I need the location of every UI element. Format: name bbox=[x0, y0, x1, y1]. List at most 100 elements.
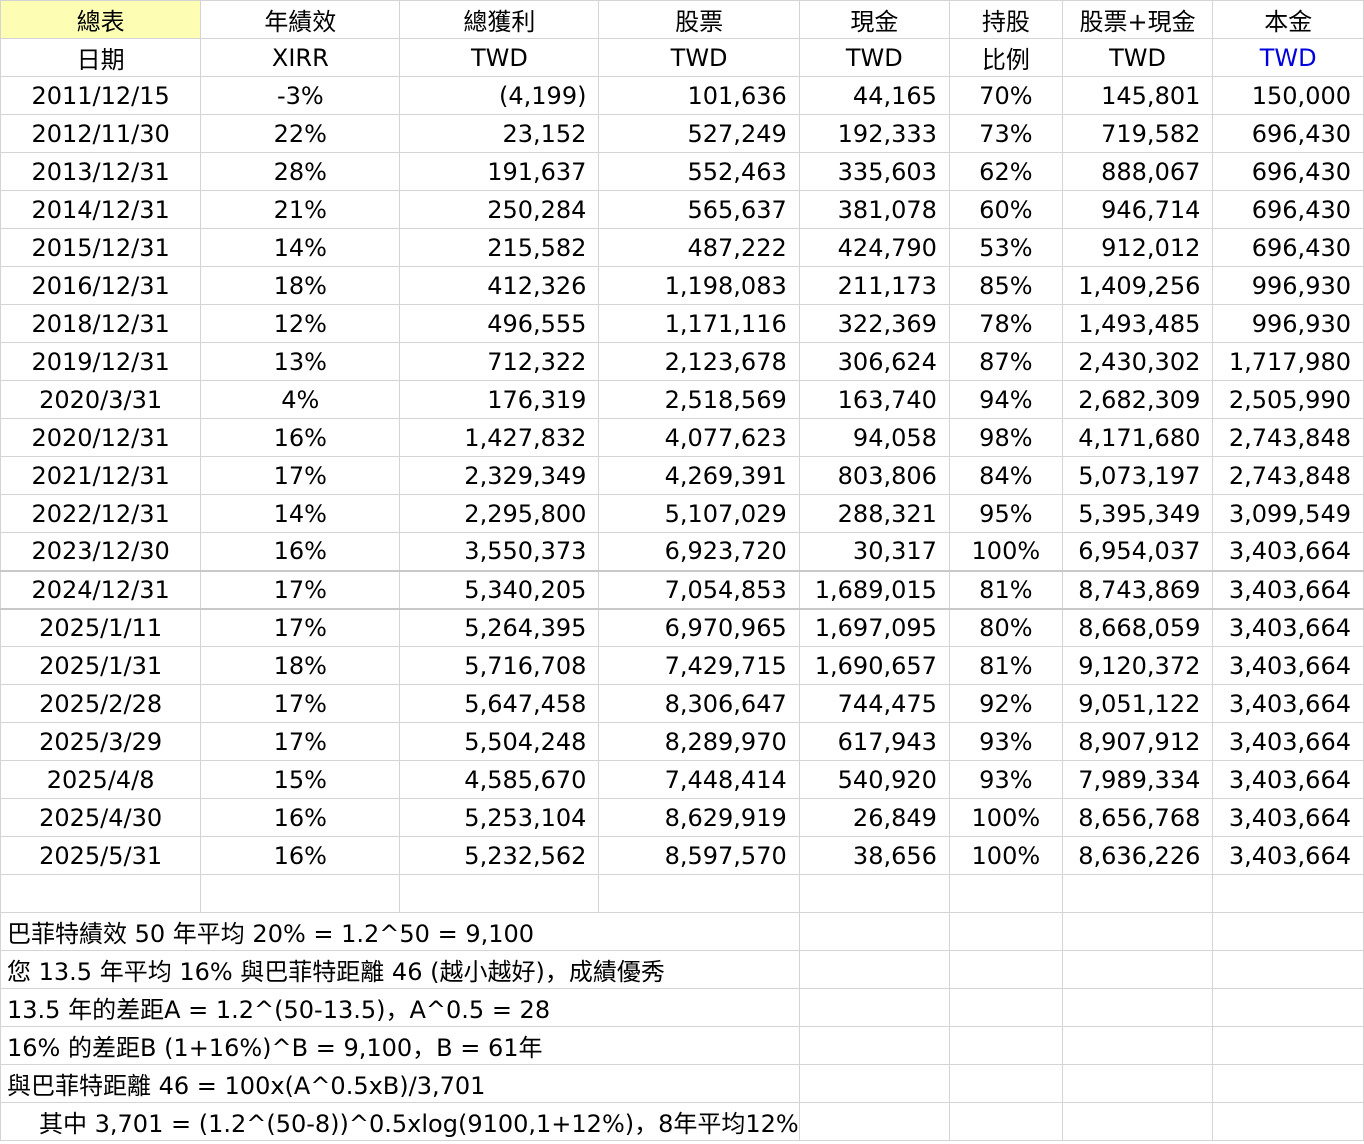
empty-cell[interactable] bbox=[948, 988, 1063, 1027]
table-cell[interactable]: 6,954,037 bbox=[1061, 532, 1214, 571]
empty-cell[interactable] bbox=[200, 874, 401, 913]
table-cell[interactable]: 3,403,664 bbox=[1212, 760, 1364, 799]
empty-cell[interactable] bbox=[798, 912, 950, 951]
table-cell[interactable]: 8,743,869 bbox=[1061, 569, 1214, 609]
header-cell[interactable]: 比例 bbox=[948, 38, 1063, 77]
table-cell[interactable]: 527,249 bbox=[598, 114, 800, 153]
table-cell[interactable]: 2020/3/31 bbox=[0, 380, 202, 419]
header-cell[interactable]: 本金 bbox=[1212, 0, 1364, 39]
table-cell[interactable]: 1,689,015 bbox=[798, 569, 950, 609]
table-cell[interactable]: 996,930 bbox=[1212, 266, 1364, 305]
empty-cell[interactable] bbox=[798, 988, 950, 1027]
table-cell[interactable]: 8,597,570 bbox=[598, 836, 800, 875]
table-cell[interactable]: 1,717,980 bbox=[1212, 342, 1364, 381]
table-cell[interactable]: 23,152 bbox=[399, 114, 600, 153]
header-cell[interactable]: 總表 bbox=[0, 0, 202, 39]
table-cell[interactable]: 176,319 bbox=[399, 380, 600, 419]
table-cell[interactable]: 2,743,848 bbox=[1212, 456, 1364, 495]
table-cell[interactable]: 17% bbox=[200, 569, 401, 609]
table-cell[interactable]: 5,504,248 bbox=[399, 722, 600, 761]
header-cell[interactable]: TWD bbox=[598, 38, 800, 77]
table-cell[interactable]: 540,920 bbox=[798, 760, 950, 799]
table-cell[interactable]: 2025/4/30 bbox=[0, 798, 202, 837]
table-cell[interactable]: 16% bbox=[200, 418, 401, 457]
table-cell[interactable]: 2025/5/31 bbox=[0, 836, 202, 875]
table-cell[interactable]: 2,682,309 bbox=[1061, 380, 1214, 419]
empty-cell[interactable] bbox=[1061, 1064, 1214, 1103]
table-cell[interactable]: 191,637 bbox=[399, 152, 600, 191]
empty-cell[interactable] bbox=[948, 874, 1063, 913]
table-cell[interactable]: 2,295,800 bbox=[399, 494, 600, 533]
table-cell[interactable]: 94% bbox=[948, 380, 1063, 419]
table-cell[interactable]: 3,403,664 bbox=[1212, 532, 1364, 571]
table-cell[interactable]: 3,403,664 bbox=[1212, 569, 1364, 609]
table-cell[interactable]: 3,403,664 bbox=[1212, 836, 1364, 875]
table-cell[interactable]: 62% bbox=[948, 152, 1063, 191]
table-cell[interactable]: 211,173 bbox=[798, 266, 950, 305]
table-cell[interactable]: 3,550,373 bbox=[399, 532, 600, 571]
table-cell[interactable]: 7,429,715 bbox=[598, 646, 800, 685]
table-cell[interactable]: 8,656,768 bbox=[1061, 798, 1214, 837]
table-cell[interactable]: 8,306,647 bbox=[598, 684, 800, 723]
table-cell[interactable]: 5,232,562 bbox=[399, 836, 600, 875]
table-cell[interactable]: 306,624 bbox=[798, 342, 950, 381]
table-cell[interactable]: 335,603 bbox=[798, 152, 950, 191]
empty-cell[interactable] bbox=[1212, 1064, 1364, 1103]
table-cell[interactable]: 696,430 bbox=[1212, 190, 1364, 229]
table-cell[interactable]: 2023/12/30 bbox=[0, 532, 202, 571]
empty-cell[interactable] bbox=[798, 874, 950, 913]
table-cell[interactable]: 5,253,104 bbox=[399, 798, 600, 837]
table-cell[interactable]: 4,269,391 bbox=[598, 456, 800, 495]
table-cell[interactable]: 215,582 bbox=[399, 228, 600, 267]
table-cell[interactable]: 12% bbox=[200, 304, 401, 343]
table-cell[interactable]: 9,120,372 bbox=[1061, 646, 1214, 685]
table-cell[interactable]: 2,123,678 bbox=[598, 342, 800, 381]
empty-cell[interactable] bbox=[1061, 988, 1214, 1027]
table-cell[interactable]: 94,058 bbox=[798, 418, 950, 457]
table-cell[interactable]: 87% bbox=[948, 342, 1063, 381]
table-cell[interactable]: 8,668,059 bbox=[1061, 607, 1214, 647]
table-cell[interactable]: -3% bbox=[200, 76, 401, 115]
table-cell[interactable]: 552,463 bbox=[598, 152, 800, 191]
table-cell[interactable]: 70% bbox=[948, 76, 1063, 115]
table-cell[interactable]: 322,369 bbox=[798, 304, 950, 343]
table-cell[interactable]: 2024/12/31 bbox=[0, 569, 202, 609]
table-cell[interactable]: 2022/12/31 bbox=[0, 494, 202, 533]
note-text[interactable]: 與巴菲特距離 46 = 100x(A^0.5xB)/3,701 bbox=[0, 1064, 800, 1103]
table-cell[interactable]: 73% bbox=[948, 114, 1063, 153]
table-cell[interactable]: 487,222 bbox=[598, 228, 800, 267]
empty-cell[interactable] bbox=[948, 1102, 1063, 1141]
table-cell[interactable]: 912,012 bbox=[1061, 228, 1214, 267]
table-cell[interactable]: 9,051,122 bbox=[1061, 684, 1214, 723]
table-cell[interactable]: 16% bbox=[200, 798, 401, 837]
table-cell[interactable]: 5,716,708 bbox=[399, 646, 600, 685]
header-cell[interactable]: TWD bbox=[798, 38, 950, 77]
table-cell[interactable]: 4,171,680 bbox=[1061, 418, 1214, 457]
table-cell[interactable]: 5,395,349 bbox=[1061, 494, 1214, 533]
header-cell[interactable]: 總獲利 bbox=[399, 0, 600, 39]
table-cell[interactable]: 4% bbox=[200, 380, 401, 419]
table-cell[interactable]: 2,743,848 bbox=[1212, 418, 1364, 457]
table-cell[interactable]: 78% bbox=[948, 304, 1063, 343]
table-cell[interactable]: 1,409,256 bbox=[1061, 266, 1214, 305]
empty-cell[interactable] bbox=[1212, 912, 1364, 951]
table-cell[interactable]: 14% bbox=[200, 228, 401, 267]
table-cell[interactable]: 8,289,970 bbox=[598, 722, 800, 761]
header-cell[interactable]: 持股 bbox=[948, 0, 1063, 39]
table-cell[interactable]: 2025/3/29 bbox=[0, 722, 202, 761]
table-cell[interactable]: 80% bbox=[948, 607, 1063, 647]
empty-cell[interactable] bbox=[399, 874, 600, 913]
table-cell[interactable]: 85% bbox=[948, 266, 1063, 305]
empty-cell[interactable] bbox=[1061, 1102, 1214, 1141]
table-cell[interactable]: 803,806 bbox=[798, 456, 950, 495]
empty-cell[interactable] bbox=[798, 1026, 950, 1065]
table-cell[interactable]: 1,493,485 bbox=[1061, 304, 1214, 343]
table-cell[interactable]: 719,582 bbox=[1061, 114, 1214, 153]
table-cell[interactable]: 696,430 bbox=[1212, 114, 1364, 153]
table-cell[interactable]: 8,636,226 bbox=[1061, 836, 1214, 875]
table-cell[interactable]: 424,790 bbox=[798, 228, 950, 267]
table-cell[interactable]: 250,284 bbox=[399, 190, 600, 229]
table-cell[interactable]: 60% bbox=[948, 190, 1063, 229]
table-cell[interactable]: 92% bbox=[948, 684, 1063, 723]
table-cell[interactable]: 3,403,664 bbox=[1212, 684, 1364, 723]
